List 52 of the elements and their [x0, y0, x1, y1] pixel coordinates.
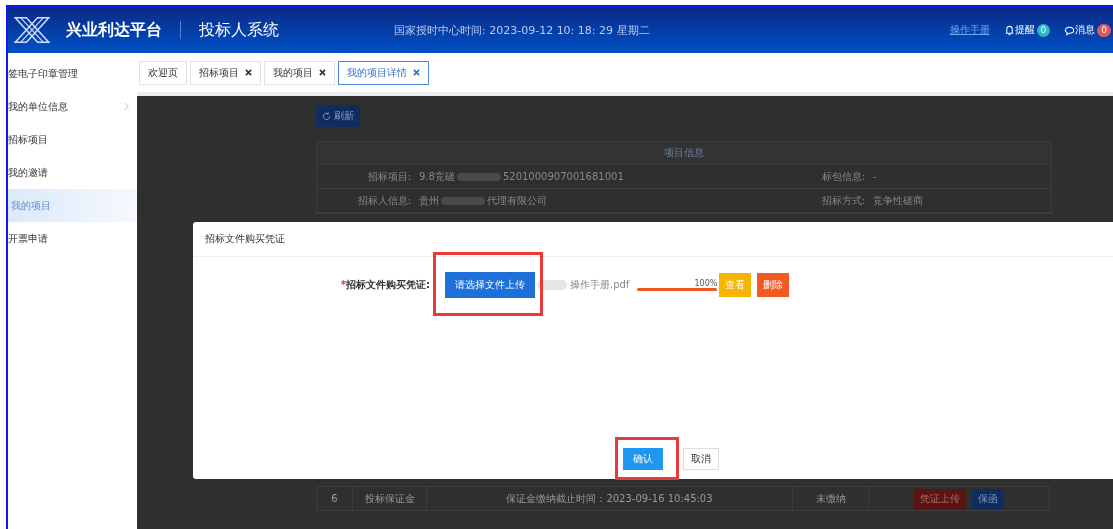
upload-button[interactable]: 请选择文件上传 [445, 272, 535, 298]
table-cell-text: 招标项目: [366, 169, 412, 184]
reminder-count: 0 [1036, 23, 1051, 37]
platform-title: 兴业利达平台 [66, 19, 162, 41]
field-label: *招标文件购买凭证: [339, 278, 431, 292]
table-cell: 保证金缴纳截止时间：2023-09-16 10:45:03 [426, 487, 792, 510]
file-name: 操作手册.pdf [570, 278, 630, 292]
action-button[interactable]: 保函 [972, 488, 1004, 509]
server-clock: 国家授时中心时间: 2023-09-12 10: 18: 29 星期二 [394, 22, 650, 38]
table-cell: 未缴纳 [792, 487, 868, 510]
page-tab[interactable]: 欢迎页 [139, 60, 187, 85]
action-button[interactable]: 凭证上传 [914, 488, 966, 509]
sidebar-item[interactable]: 我的邀请 [8, 156, 137, 189]
message-count: 0 [1097, 23, 1111, 37]
manual-link[interactable]: 操作手册 [949, 23, 990, 37]
table-cell: 6 [316, 487, 352, 510]
chevron-icon [124, 102, 129, 111]
table-cell-text: 招标人信息: [356, 193, 412, 208]
cancel-button[interactable]: 取消 [683, 448, 719, 470]
redaction-blur [441, 196, 485, 205]
table-cell: 代理有限公司 [487, 193, 547, 208]
sidebar-item[interactable]: 招标项目 [8, 123, 137, 156]
page-tab[interactable]: 我的项目详情 [338, 60, 429, 85]
message-link[interactable]: 消息 [1075, 23, 1096, 37]
bell-icon[interactable] [1003, 24, 1015, 36]
table-cell: 5201000907001681001 [502, 171, 624, 182]
chat-icon[interactable] [1064, 24, 1076, 36]
table-cell: 贵州 [419, 193, 439, 208]
reminder-link[interactable]: 提醒 [1014, 23, 1035, 37]
table-cell: 投标保证金 [352, 487, 426, 510]
table-cell-text: 标包信息: [820, 169, 866, 184]
progress-reading: 100% [694, 279, 718, 288]
refresh-icon [322, 111, 331, 121]
sidebar-item[interactable]: 我的单位信息 [8, 90, 137, 123]
redaction-blur [537, 280, 567, 290]
sidebar-item[interactable]: 开票申请 [8, 222, 137, 255]
highlight-frame [615, 437, 679, 480]
table-cell-text: 竞争性磋商 [872, 193, 923, 208]
table-cell-text: - [872, 171, 877, 182]
sidebar-item[interactable]: 签电子印章管理 [8, 57, 137, 90]
page-tab[interactable]: 招标项目 [190, 60, 261, 85]
system-title: 投标人系统 [199, 19, 279, 41]
table-title: 项目信息 [317, 142, 1051, 165]
table-cell: 9.8竞磋 [419, 169, 455, 184]
close-icon[interactable] [319, 69, 326, 76]
logo-icon [12, 16, 52, 44]
page-tab[interactable]: 我的项目 [264, 60, 335, 85]
refresh-button[interactable]: 刷新 [316, 105, 360, 127]
redaction-blur [456, 172, 501, 181]
dialog-title: 招标文件购买凭证 [193, 222, 1113, 257]
table-cell-text: 招标方式: [820, 193, 866, 208]
close-icon[interactable] [245, 69, 252, 76]
